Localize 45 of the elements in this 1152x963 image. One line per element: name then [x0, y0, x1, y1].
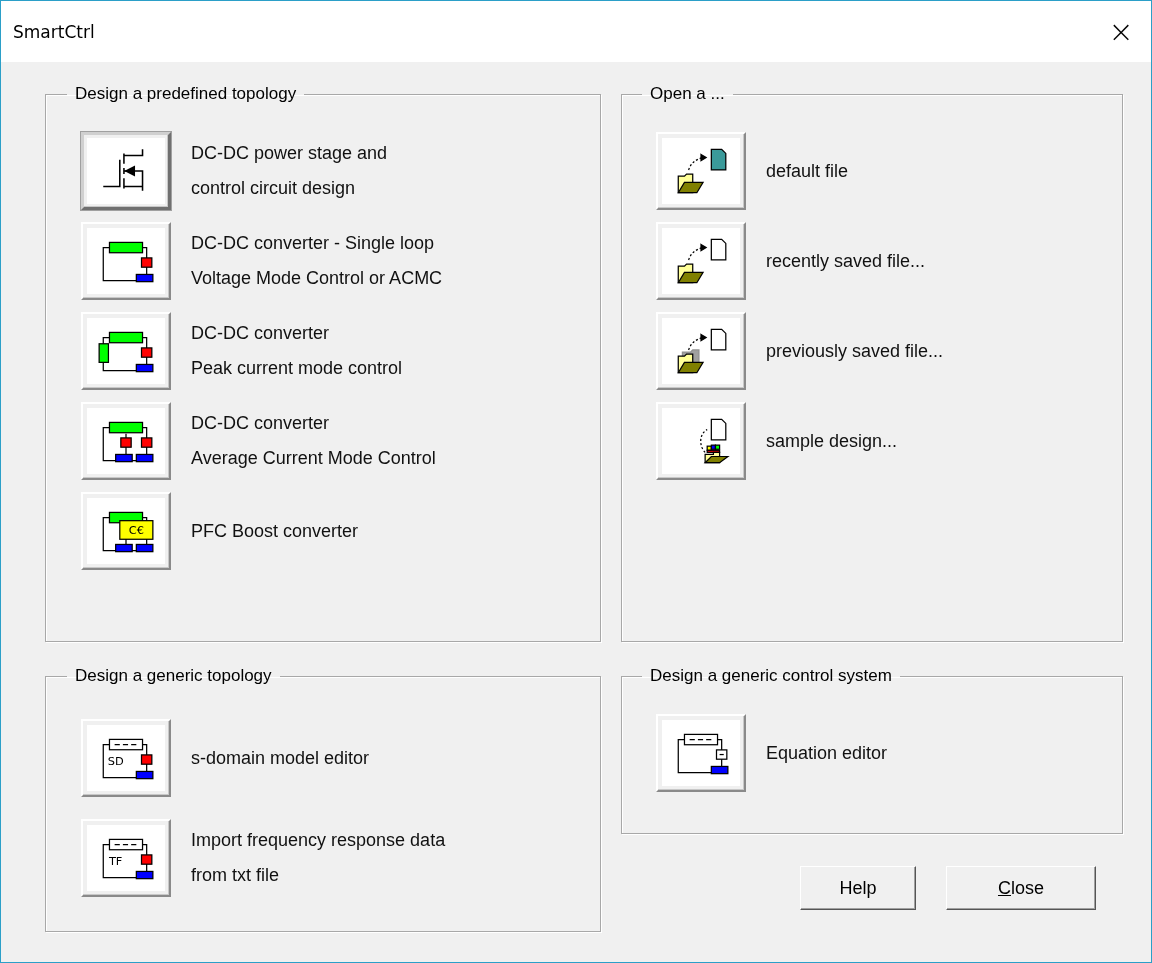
close-button[interactable]: ×	[1091, 1, 1151, 62]
folder-file-icon	[662, 228, 740, 294]
option-label: control circuit design	[191, 178, 357, 199]
design-button[interactable]: C€	[81, 492, 171, 570]
folder-file-icon	[662, 138, 740, 204]
group-title: Design a generic control system	[649, 666, 893, 686]
group-title: Design a predefined topology	[74, 84, 298, 104]
option-label: default file	[766, 160, 849, 182]
option-label: Voltage Mode Control or ACMC	[191, 268, 443, 289]
group-title: Design a generic topology	[74, 666, 273, 686]
block-diagram-icon: TF	[87, 825, 165, 891]
folder-file-icon	[662, 318, 740, 384]
transistor-symbol-icon	[87, 138, 165, 204]
open-file-button[interactable]	[656, 312, 746, 390]
option-label: PFC Boost converter	[191, 520, 359, 542]
group-title: Open a ...	[649, 84, 726, 104]
option-label: DC-DC converter	[191, 323, 331, 344]
block-diagram-icon	[87, 408, 165, 474]
block-diagram-icon	[87, 318, 165, 384]
option-label: Import frequency response data	[191, 830, 446, 851]
option-label: DC-DC power stage and	[191, 143, 388, 164]
option-label: DC-DC converter - Single loop	[191, 233, 436, 254]
block-diagram-icon	[87, 228, 165, 294]
open-file-button[interactable]	[656, 132, 746, 210]
option-label: Peak current mode control	[191, 358, 403, 379]
option-label: sample design...	[766, 430, 898, 452]
option-label: recently saved file...	[766, 250, 926, 272]
block-diagram-icon	[662, 720, 740, 786]
option-label: DC-DC converter	[191, 413, 331, 434]
dialog-button[interactable]: Close	[946, 866, 1096, 910]
dialog-button[interactable]: Help	[800, 866, 916, 910]
window-title: SmartCtrl	[13, 21, 95, 42]
design-button[interactable]: TF	[81, 819, 171, 897]
folder-file-icon	[662, 408, 740, 474]
design-button[interactable]	[81, 132, 171, 210]
block-diagram-icon: C€	[87, 498, 165, 564]
option-label: s-domain model editor	[191, 747, 370, 769]
option-label: Equation editor	[766, 742, 888, 764]
design-button[interactable]: SD	[81, 719, 171, 797]
open-file-button[interactable]	[656, 222, 746, 300]
option-label: Average Current Mode Control	[191, 448, 436, 469]
open-file-button[interactable]	[656, 402, 746, 480]
block-diagram-icon: SD	[87, 725, 165, 791]
option-label: previously saved file...	[766, 340, 944, 362]
option-label: from txt file	[191, 865, 280, 886]
